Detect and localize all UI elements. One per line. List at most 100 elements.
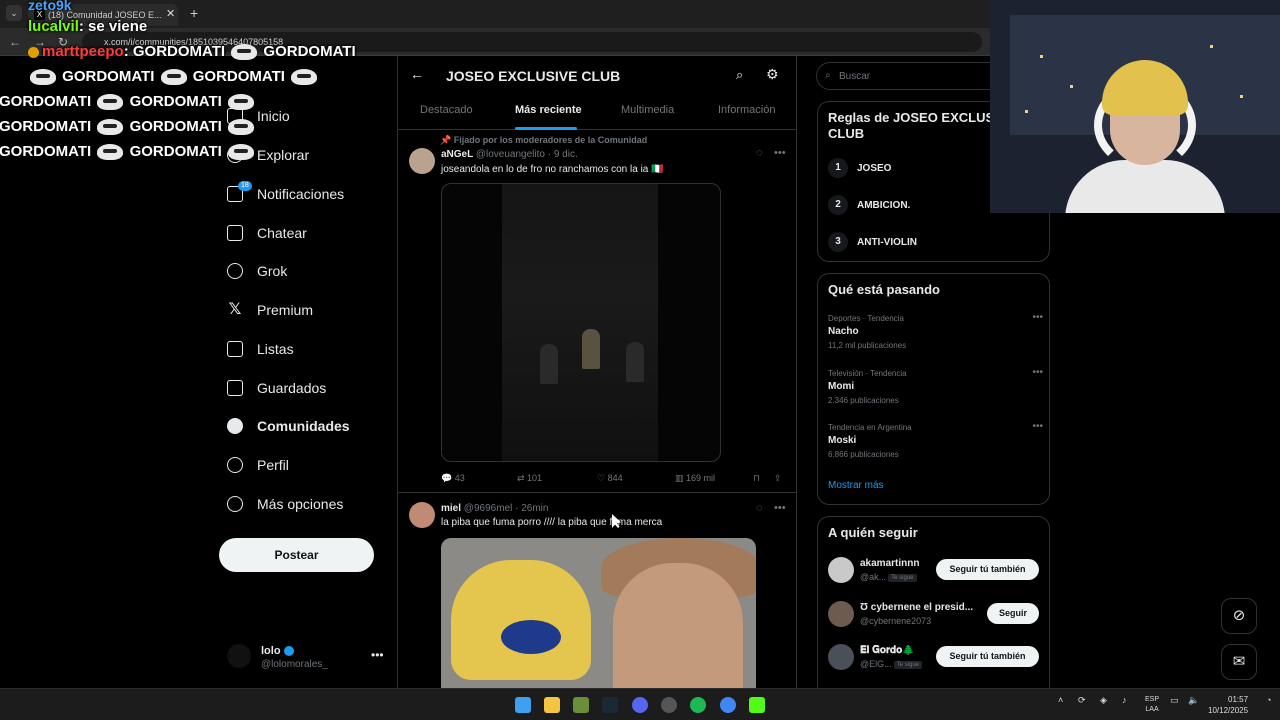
trend-count: 11,2 mil publicaciones bbox=[828, 341, 907, 350]
follow-button[interactable]: Seguir bbox=[987, 603, 1039, 624]
rule-item[interactable]: 1 JOSEO bbox=[828, 158, 891, 178]
spotify-icon[interactable] bbox=[690, 697, 706, 713]
avatar[interactable] bbox=[828, 557, 854, 583]
back-arrow-icon[interactable]: ← bbox=[410, 66, 424, 82]
system-clock[interactable]: 01:57 10/12/2025 bbox=[1208, 694, 1248, 716]
chat-text: GORDOMATI bbox=[129, 93, 222, 110]
repost-button[interactable]: ⇄ 101 bbox=[517, 473, 542, 484]
reply-button[interactable]: 💬 43 bbox=[441, 473, 465, 484]
kick-icon[interactable] bbox=[749, 697, 765, 713]
person-figure bbox=[540, 344, 558, 384]
chat-message: lucalvil: se viene bbox=[28, 18, 148, 35]
trend-category: Deportes · Tendencia bbox=[828, 314, 904, 323]
more-dots-icon[interactable]: ••• bbox=[1032, 367, 1043, 378]
list-icon bbox=[227, 341, 243, 357]
tray-chevron-icon[interactable]: ˄ bbox=[1058, 695, 1063, 705]
show-more-link[interactable]: Mostrar más bbox=[828, 480, 884, 491]
post-image[interactable] bbox=[441, 538, 756, 688]
post[interactable]: 📌 Fijado por los moderadores de la Comun… bbox=[398, 131, 796, 493]
tray-mic-icon[interactable]: ♪ bbox=[1122, 695, 1127, 705]
suggestion-name: Ʊ cybernene el presid... bbox=[860, 602, 974, 613]
views-button[interactable]: ▥ 169 mil bbox=[675, 473, 715, 484]
language-indicator[interactable]: ESP LAA bbox=[1145, 695, 1159, 715]
search-icon[interactable]: ⌕ bbox=[736, 67, 743, 83]
nav-item-mas-opciones[interactable]: Más opciones bbox=[227, 496, 343, 512]
post-author[interactable]: aNGeL @loveuangelito · 9 dic. bbox=[441, 149, 578, 160]
like-button[interactable]: ♡ 844 bbox=[597, 473, 623, 484]
post-video[interactable] bbox=[441, 183, 721, 462]
grok-fab-icon[interactable]: ⊘ bbox=[1221, 598, 1257, 634]
trend-item[interactable]: Tendencia en Argentina Moski 6.866 publi… bbox=[828, 421, 1043, 459]
obs-icon[interactable] bbox=[661, 697, 677, 713]
chat-text: se viene bbox=[88, 18, 148, 35]
avatar[interactable] bbox=[409, 148, 435, 174]
nav-item-notificaciones[interactable]: 18 Notificaciones bbox=[227, 181, 344, 202]
steam-icon[interactable] bbox=[602, 697, 618, 713]
follow-button[interactable]: Seguir tú también bbox=[936, 559, 1039, 580]
nav-item-chatear[interactable]: Chatear bbox=[227, 225, 307, 241]
tab-informacion[interactable]: Información bbox=[718, 104, 775, 116]
nav-item-perfil[interactable]: Perfil bbox=[227, 457, 289, 473]
avatar[interactable] bbox=[409, 502, 435, 528]
nav-item-premium[interactable]: 𝕏 Premium bbox=[227, 302, 314, 319]
tray-network-icon[interactable]: ▭ bbox=[1170, 695, 1179, 706]
tray-security-icon[interactable]: ◈ bbox=[1100, 695, 1107, 706]
more-dots-icon[interactable]: ••• bbox=[1032, 312, 1043, 323]
messages-fab-icon[interactable]: ✉ bbox=[1221, 644, 1257, 680]
trend-item[interactable]: Deportes · Tendencia Nacho 11,2 mil publ… bbox=[828, 312, 1043, 350]
file-explorer-icon[interactable] bbox=[544, 697, 560, 713]
post-button[interactable]: Postear bbox=[219, 538, 374, 572]
nav-label: Grok bbox=[257, 263, 288, 279]
avatar[interactable] bbox=[828, 601, 854, 627]
follow-button[interactable]: Seguir tú también bbox=[936, 646, 1039, 667]
windows-start-icon[interactable] bbox=[515, 697, 531, 713]
stream-chat-overlay: zeto9k lucalvil: se viene marttpeepo: GO… bbox=[0, 0, 358, 164]
back-icon[interactable]: ← bbox=[9, 35, 21, 49]
chat-text: GORDOMATI bbox=[129, 143, 222, 160]
more-dots-icon[interactable]: ••• bbox=[1032, 421, 1043, 432]
tab-destacado[interactable]: Destacado bbox=[420, 104, 473, 116]
app-icon[interactable] bbox=[573, 697, 589, 713]
clock-date: 10/12/2025 bbox=[1208, 706, 1249, 715]
post-time: 26min bbox=[521, 503, 549, 514]
tray-volume-icon[interactable]: 🔈 bbox=[1188, 695, 1199, 706]
grok-icon[interactable]: ◌ bbox=[756, 502, 763, 514]
more-dots-icon[interactable]: ••• bbox=[774, 147, 786, 159]
chrome-icon[interactable] bbox=[720, 697, 736, 713]
avatar[interactable] bbox=[828, 644, 854, 670]
pinned-text: Fijado por los moderadores de la Comunid… bbox=[453, 135, 648, 145]
emote-icon bbox=[291, 69, 318, 86]
nav-item-grok[interactable]: Grok bbox=[227, 263, 287, 279]
grok-icon[interactable]: ◌ bbox=[756, 147, 763, 159]
share-icon[interactable]: ⇪ bbox=[774, 473, 782, 484]
rule-item[interactable]: 3 ANTI-VIOLIN bbox=[828, 232, 917, 252]
follows-you-badge: Te sigue bbox=[893, 660, 922, 669]
author-handle: @9696mel bbox=[463, 503, 513, 514]
nav-item-listas[interactable]: Listas bbox=[227, 341, 294, 357]
tab-mas-reciente[interactable]: Más reciente bbox=[515, 104, 582, 116]
gear-icon[interactable]: ⚙ bbox=[766, 66, 779, 83]
post-author[interactable]: miel @9696mel · 26min bbox=[441, 503, 548, 514]
tab-multimedia[interactable]: Multimedia bbox=[621, 104, 674, 116]
tray-sync-icon[interactable]: ⟳ bbox=[1078, 695, 1086, 706]
more-dots-icon[interactable]: ••• bbox=[774, 502, 786, 514]
discord-icon[interactable] bbox=[632, 697, 648, 713]
trend-item[interactable]: Televisión · Tendencia Momi 2.346 public… bbox=[828, 367, 1043, 405]
profile-name-row: lolo bbox=[261, 645, 294, 657]
notification-bell-icon[interactable]: ◔ bbox=[1266, 695, 1271, 705]
reply-count: 43 bbox=[454, 473, 465, 483]
follow-suggestion[interactable]: akamartinnn @ak... Te sigue Seguir tú tam… bbox=[828, 557, 1043, 587]
nav-item-guardados[interactable]: Guardados bbox=[227, 380, 326, 396]
tab-search-icon[interactable]: ⌄ bbox=[6, 5, 22, 21]
nav-label: Premium bbox=[257, 302, 314, 318]
rule-item[interactable]: 2 AMBICION. bbox=[828, 195, 910, 215]
community-timeline: ← JOSEO EXCLUSIVE CLUB ⌕ ⚙ Destacado Más… bbox=[397, 56, 797, 688]
follow-suggestion[interactable]: 𝐄𝐥 𝐆𝐨𝐫𝐝𝐨🌲 @ElG... Te sigue Seguir tú tamb… bbox=[828, 644, 1043, 674]
nav-item-comunidades[interactable]: Comunidades bbox=[227, 418, 350, 434]
bookmark-icon[interactable]: ⊓ bbox=[753, 473, 760, 484]
video-frame bbox=[502, 184, 658, 461]
more-dots-icon[interactable]: ••• bbox=[371, 648, 384, 662]
grok-icon bbox=[227, 263, 243, 279]
follow-suggestion[interactable]: Ʊ cybernene el presid... @cybernene2073 … bbox=[828, 601, 1043, 631]
account-switcher[interactable]: lolo @lolomorales_ ••• bbox=[227, 642, 387, 672]
